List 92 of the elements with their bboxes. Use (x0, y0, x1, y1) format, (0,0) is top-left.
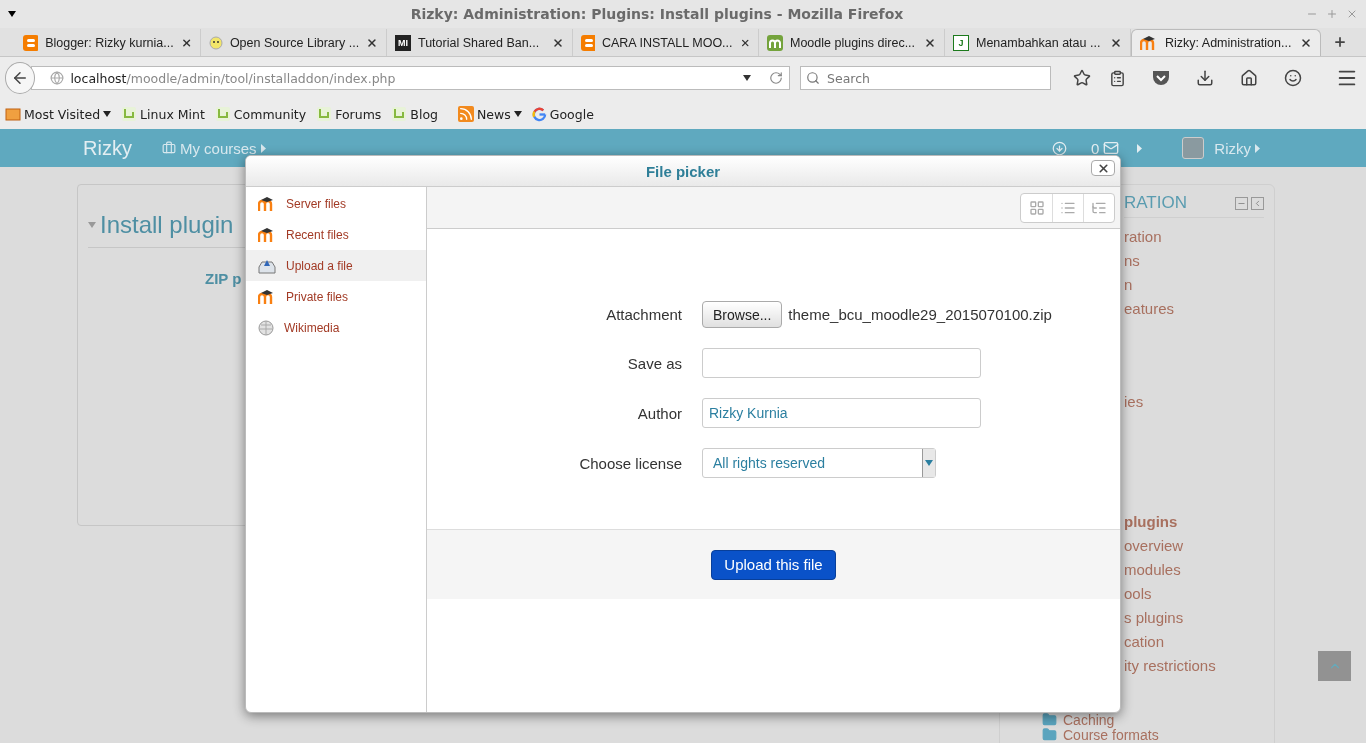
mint-logo-icon (214, 106, 231, 122)
reload-icon[interactable] (769, 71, 783, 85)
address-field[interactable]: localhost/moodle/admin/tool/installaddon/index.php (31, 66, 790, 90)
caret-icon (8, 11, 16, 17)
browse-button[interactable]: Browse... (702, 301, 783, 328)
close-icon[interactable] (1300, 37, 1312, 49)
grid-view-icon (1028, 199, 1045, 216)
home-icon[interactable] (1240, 69, 1258, 87)
back-button[interactable] (5, 62, 36, 94)
tab-title: Rizky: Administration... (1165, 36, 1293, 50)
field-label: Save as (626, 354, 682, 372)
chat-icon[interactable] (1284, 69, 1302, 87)
close-icon[interactable] (1110, 36, 1122, 49)
repository-item[interactable]: Upload a file (246, 250, 426, 281)
google-logo-icon (531, 106, 547, 122)
url-text: localhost/moodle/admin/tool/installaddon/index.php (70, 70, 397, 86)
section-heading: Install plugin (100, 211, 234, 239)
bookmark-link[interactable]: Forums (316, 106, 382, 122)
tab-title: CARA INSTALL MOO... (601, 35, 733, 50)
caret-icon (1137, 143, 1143, 153)
repository-item[interactable]: Wikimedia (246, 312, 426, 343)
field-label: ZIP p (205, 270, 242, 287)
tab-title: Open Source Library ... (229, 35, 360, 50)
star-icon[interactable] (1073, 69, 1091, 87)
briefcase-icon (161, 141, 176, 155)
mint-logo-icon (391, 106, 408, 122)
repository-item[interactable]: Private files (246, 281, 426, 312)
mint-logo-icon (121, 106, 138, 122)
caret-icon (88, 222, 96, 228)
pocket-icon[interactable] (1152, 70, 1170, 86)
reading-list-icon[interactable] (1109, 69, 1126, 87)
license-select[interactable]: All rights reserved (702, 448, 936, 478)
bookmark-link[interactable]: News (458, 106, 522, 122)
caret-icon (743, 75, 751, 81)
save-as-field[interactable] (702, 348, 981, 378)
bookmark-link[interactable]: Community (214, 106, 307, 122)
folder-icon (1042, 712, 1057, 727)
browser-tab[interactable]: MI Tutorial Shared Ban... (387, 29, 573, 56)
new-tab-icon[interactable] (1333, 35, 1347, 49)
browser-tab[interactable]: Moodle plugins direc... (759, 29, 945, 56)
close-icon[interactable] (924, 36, 936, 49)
caret-icon (1255, 143, 1260, 153)
moodle-logo-icon (767, 34, 783, 51)
repository-item[interactable]: Recent files (246, 219, 426, 250)
search-icon (806, 71, 820, 85)
globe-icon (50, 71, 65, 85)
bookmark-link[interactable]: Most Visited (5, 106, 112, 122)
block-title: RATION (1124, 193, 1188, 213)
browser-tab[interactable]: CARA INSTALL MOO... (573, 29, 759, 56)
caret-icon (103, 111, 112, 117)
tab-title: Menambahkan atau ... (976, 35, 1102, 50)
close-icon[interactable] (366, 36, 378, 49)
smiley-icon (209, 35, 223, 50)
caret-icon (260, 143, 266, 153)
mint-logo-icon (316, 106, 333, 122)
window-title: Rizky: Administration: Plugins: Install plugins - Mozilla Firefox (409, 6, 905, 22)
file-name: theme_bcu_moodle29_2015070100.zip (788, 306, 1052, 323)
search-field[interactable]: Search (800, 66, 1051, 90)
bookmark-link[interactable]: Google (531, 106, 594, 122)
globe-icon (258, 319, 274, 336)
rss-icon (458, 106, 474, 122)
field-label: Attachment (605, 306, 682, 323)
tab-title: Blogger: Rizky kurnia... (45, 35, 174, 50)
upload-button[interactable]: Upload this file (711, 549, 836, 580)
blogger-logo-icon (581, 34, 595, 51)
author-field[interactable]: Rizky Kurnia (702, 398, 981, 428)
bookmark-link[interactable]: Linux Mint (121, 106, 205, 122)
blogger-logo-icon (23, 34, 39, 51)
notification-icon[interactable] (1052, 140, 1067, 156)
message-count: 0 (1091, 139, 1100, 157)
site-logo-icon: J (953, 34, 969, 51)
browser-tab[interactable]: Open Source Library ... (201, 29, 387, 56)
close-button[interactable] (1091, 160, 1115, 176)
download-icon[interactable] (1196, 69, 1214, 87)
folder-icon (1042, 727, 1057, 742)
caret-icon (513, 111, 522, 117)
dialog-title: File picker (645, 162, 721, 180)
close-icon (1096, 161, 1110, 175)
caret-icon (925, 460, 933, 466)
close-icon[interactable] (552, 36, 564, 49)
browser-tab[interactable]: J Menambahkan atau ... (945, 29, 1131, 56)
field-label: Choose license (578, 454, 682, 472)
folder-icon (5, 106, 21, 122)
repository-item[interactable]: Server files (246, 188, 426, 219)
browser-tab[interactable]: Blogger: Rizky kurnia... (15, 29, 201, 56)
close-icon[interactable] (180, 36, 192, 49)
site-logo-icon: MI (395, 34, 411, 51)
tab-title: Moodle plugins direc... (790, 35, 917, 50)
tab-title: Tutorial Shared Ban... (418, 35, 541, 50)
field-label: Author (636, 404, 682, 422)
browser-tab[interactable]: Rizky: Administration... (1131, 29, 1321, 56)
bookmark-link[interactable]: Blog (391, 106, 438, 122)
